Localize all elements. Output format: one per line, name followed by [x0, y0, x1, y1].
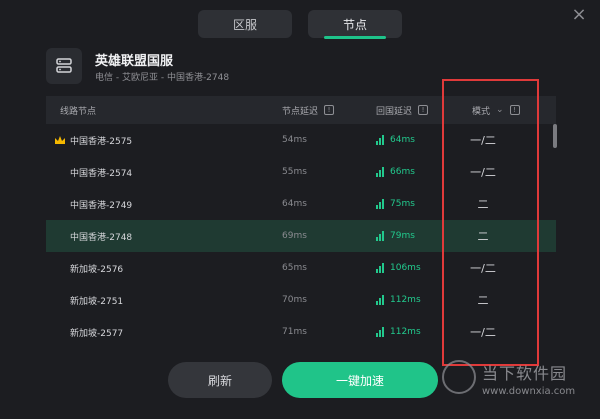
close-icon[interactable]: ×	[570, 6, 588, 24]
crown-icon	[54, 135, 66, 145]
info-icon[interactable]: !	[418, 105, 429, 115]
tab-region-label: 区服	[232, 17, 257, 32]
return-delay-value: 79ms	[390, 231, 415, 241]
node-name: 中国香港-2749	[70, 200, 133, 211]
return-delay: 66ms	[376, 156, 415, 188]
node-delay: 65ms	[282, 263, 307, 273]
node-delay: 69ms	[282, 231, 307, 241]
boost-button[interactable]: 一键加速	[282, 362, 438, 398]
table-row[interactable]: 中国香港-2749 64ms 75ms 二	[46, 188, 556, 220]
signal-icon	[376, 263, 384, 273]
info-icon[interactable]: !	[324, 105, 335, 115]
tab-node-label: 节点	[342, 17, 367, 32]
signal-icon	[376, 135, 384, 145]
node-rows: 中国香港-2575 54ms 64ms 一/二 中国香港-2574 55ms 66ms 一/二…	[46, 124, 556, 348]
node-name: 新加坡-2576	[70, 264, 124, 275]
node-delay: 64ms	[282, 199, 307, 209]
scrollbar[interactable]	[553, 124, 557, 148]
header-node-delay: 节点延迟 !	[282, 96, 335, 124]
chevron-down-icon[interactable]: ⌄	[496, 105, 504, 115]
server-icon	[46, 48, 82, 84]
return-delay: 64ms	[376, 124, 415, 156]
node-name: 中国香港-2748	[70, 232, 133, 243]
table-row[interactable]: 新加坡-2577 71ms 112ms 一/二	[46, 316, 556, 348]
node-mode: 一/二	[470, 326, 496, 339]
header-return-delay: 回国延迟 !	[376, 96, 429, 124]
node-name: 中国香港-2574	[70, 168, 133, 179]
node-mode: 二	[477, 230, 489, 243]
signal-icon	[376, 167, 384, 177]
watermark-url: www.downxia.com	[482, 386, 576, 397]
selected-node-path: 电信 - 艾欧尼亚 - 中国香港-2748	[95, 73, 230, 83]
return-delay: 112ms	[376, 316, 421, 348]
node-delay: 54ms	[282, 135, 307, 145]
tab-region[interactable]: 区服	[198, 10, 292, 38]
signal-icon	[376, 295, 384, 305]
node-table: 线路节点 节点延迟 ! 回国延迟 ! 模式 ⌄ ! 中国香港-2575 54ms 6…	[46, 96, 556, 358]
node-name: 新加坡-2751	[70, 296, 124, 307]
node-mode: 一/二	[470, 134, 496, 147]
signal-icon	[376, 199, 384, 209]
return-delay: 112ms	[376, 284, 421, 316]
table-row[interactable]: 中国香港-2748 69ms 79ms 二	[46, 220, 556, 252]
watermark: 当下软件园 www.downxia.com	[438, 356, 600, 416]
return-delay: 106ms	[376, 252, 421, 284]
return-delay-value: 112ms	[390, 327, 421, 337]
tab-node[interactable]: 节点	[308, 10, 402, 39]
header-mode[interactable]: 模式 ⌄ !	[472, 96, 520, 124]
table-row[interactable]: 新加坡-2576 65ms 106ms 一/二	[46, 252, 556, 284]
node-selection-window: 区服 节点 × 英雄联盟国服 电信 - 艾欧尼亚 - 中国香港-2748 线路节…	[0, 0, 600, 419]
info-icon[interactable]: !	[509, 105, 520, 115]
game-title: 英雄联盟国服	[95, 54, 174, 69]
signal-icon	[376, 231, 384, 241]
return-delay-value: 64ms	[390, 135, 415, 145]
watermark-logo-icon	[442, 360, 476, 394]
return-delay: 75ms	[376, 188, 415, 220]
watermark-brand: 当下软件园	[482, 364, 568, 383]
node-delay: 55ms	[282, 167, 307, 177]
refresh-button[interactable]: 刷新	[168, 362, 272, 398]
node-name: 中国香港-2575	[70, 136, 133, 147]
node-name: 新加坡-2577	[70, 328, 124, 339]
table-header: 线路节点 节点延迟 ! 回国延迟 ! 模式 ⌄ !	[46, 96, 556, 124]
return-delay-value: 112ms	[390, 295, 421, 305]
table-row[interactable]: 新加坡-2751 70ms 112ms 二	[46, 284, 556, 316]
return-delay-value: 66ms	[390, 167, 415, 177]
active-tab-indicator	[324, 36, 386, 39]
node-mode: 一/二	[470, 262, 496, 275]
node-mode: 二	[477, 198, 489, 211]
return-delay: 79ms	[376, 220, 415, 252]
table-row[interactable]: 中国香港-2574 55ms 66ms 一/二	[46, 156, 556, 188]
return-delay-value: 106ms	[390, 263, 421, 273]
node-delay: 71ms	[282, 327, 307, 337]
return-delay-value: 75ms	[390, 199, 415, 209]
node-delay: 70ms	[282, 295, 307, 305]
node-mode: 一/二	[470, 166, 496, 179]
header-node-name: 线路节点	[60, 106, 97, 117]
signal-icon	[376, 327, 384, 337]
table-row[interactable]: 中国香港-2575 54ms 64ms 一/二	[46, 124, 556, 156]
node-mode: 二	[477, 294, 489, 307]
